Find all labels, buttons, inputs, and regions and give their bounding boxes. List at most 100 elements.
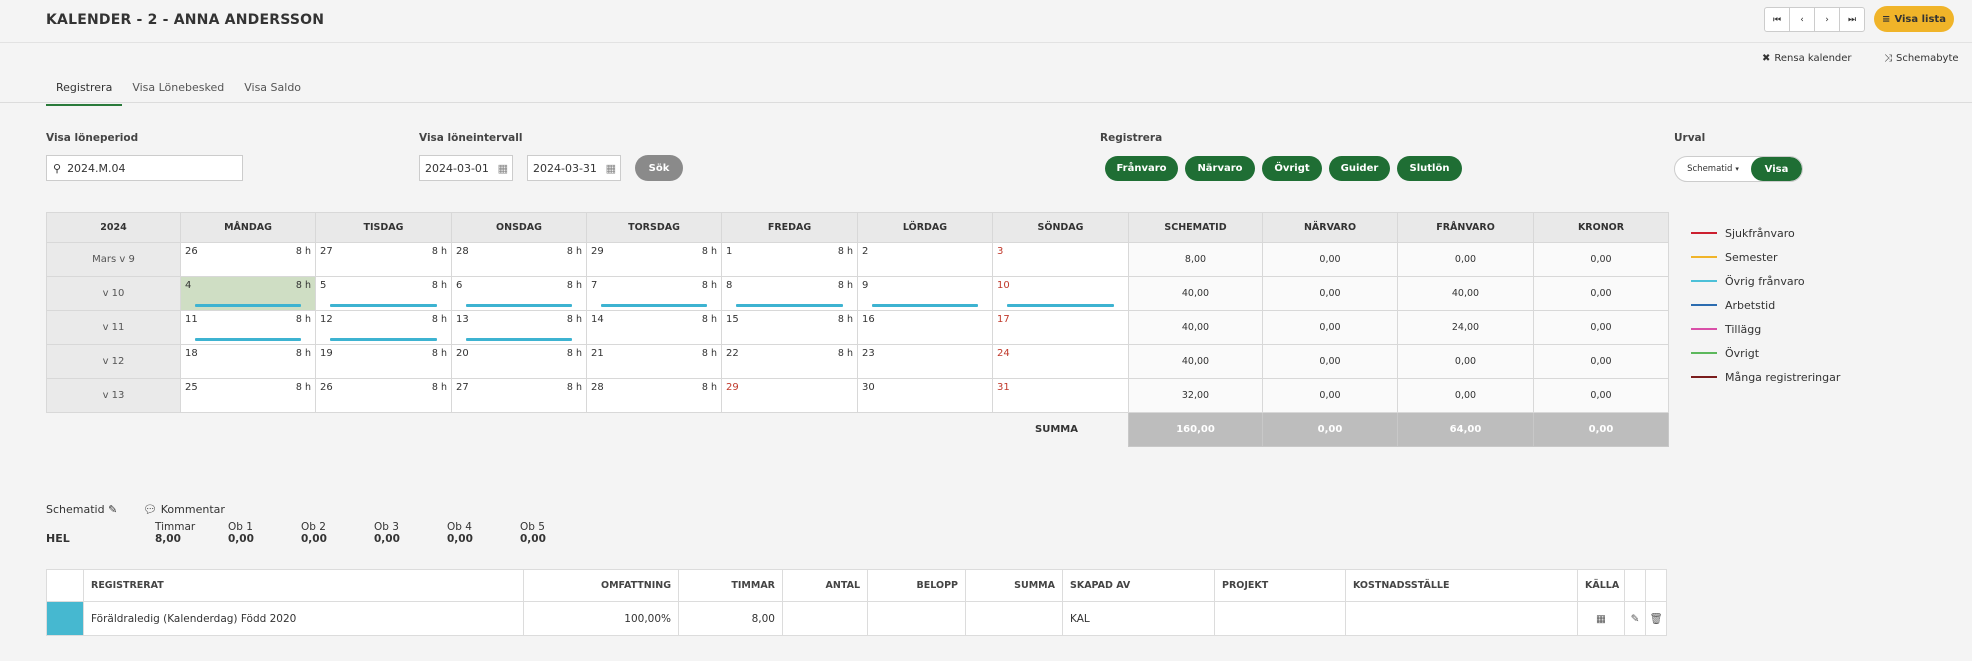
edit-icon[interactable]: ✎ (1624, 601, 1646, 636)
calendar-week-row: v 10 4 8 h58 h68 h78 h88 h 9 10 40,00 0,00 40,0… (46, 276, 1669, 311)
prev-page-icon[interactable]: ‹ (1789, 7, 1815, 32)
schedule-col-value: 8,00 (155, 533, 181, 545)
schemabyte-link[interactable]: ⤨ Schemabyte (1884, 53, 1959, 64)
calendar-day-cell[interactable]: 15 8 h (721, 310, 858, 345)
table-row[interactable]: Föräldraledig (Kalenderdag) Född 2020 10… (46, 601, 1667, 636)
calendar-day-cell[interactable]: 8 8 h (721, 276, 858, 311)
col-kostnadsstalle[interactable]: KOSTNADSSTÄLLE (1345, 569, 1578, 602)
legend-item: Sjukfrånvaro (1691, 221, 1840, 245)
franvaro-button[interactable]: Frånvaro (1105, 156, 1178, 181)
rensa-kalender-link[interactable]: ✖ Rensa kalender (1762, 53, 1852, 64)
col-timmar[interactable]: TIMMAR (678, 569, 783, 602)
kommentar-link[interactable]: 💬︎ Kommentar (143, 503, 225, 516)
calendar-day-cell[interactable]: 29 (721, 378, 858, 413)
day-number: 9 (862, 280, 869, 291)
schedule-col: Ob 1 0,00 (228, 521, 301, 545)
trash-icon[interactable]: 🗑︎ (1645, 601, 1667, 636)
legend-swatch (1691, 328, 1717, 330)
calendar-day-cell[interactable]: 21 8 h (586, 344, 722, 379)
narvaro-button[interactable]: Närvaro (1185, 156, 1255, 181)
calendar-day-cell[interactable]: 2 (857, 242, 993, 277)
calendar-day-cell[interactable]: 28 8 h (451, 242, 587, 277)
calendar-day-cell[interactable]: 4 8 h (180, 276, 316, 311)
col-summa[interactable]: SUMMA (965, 569, 1063, 602)
calendar-day-cell[interactable]: 24 (992, 344, 1129, 379)
week-label: v 12 (46, 344, 181, 379)
day-number: 29 (591, 246, 604, 257)
urval-select[interactable]: Schematid ▾ (1675, 157, 1751, 181)
calendar-day-cell[interactable]: 9 (857, 276, 993, 311)
last-page-icon[interactable]: ⏭ (1839, 7, 1865, 32)
calendar-day-cell[interactable]: 13 8 h (451, 310, 587, 345)
to-date-input[interactable]: 2024-03-31 ▦ (527, 155, 621, 181)
week-sum-cell: 0,00 (1262, 276, 1398, 311)
calendar-day-cell[interactable]: 27 8 h (451, 378, 587, 413)
col-projekt[interactable]: PROJEKT (1214, 569, 1346, 602)
col-registrerat[interactable]: REGISTRERAT (83, 569, 524, 602)
calendar-day-cell[interactable]: 10 (992, 276, 1129, 311)
schedule-col: Timmar 8,00 (155, 521, 228, 545)
calendar-day-cell[interactable]: 19 8 h (315, 344, 452, 379)
calendar-day-cell[interactable]: 6 8 h (451, 276, 587, 311)
calendar-day-cell[interactable]: 12 8 h (315, 310, 452, 345)
calendar-day-cell[interactable]: 3 (992, 242, 1129, 277)
ovrigt-button[interactable]: Övrigt (1262, 156, 1322, 181)
day-number: 17 (997, 314, 1010, 325)
calendar-day-cell[interactable]: 16 (857, 310, 993, 345)
calendar-day-cell[interactable]: 25 8 h (180, 378, 316, 413)
day-hours: 8 h (295, 280, 311, 291)
visa-button[interactable]: Visa (1751, 157, 1802, 181)
day-number: 18 (185, 348, 198, 359)
calendar-day-cell[interactable]: 11 8 h (180, 310, 316, 345)
col-omfattning[interactable]: OMFATTNING (523, 569, 679, 602)
visa-lista-button[interactable]: ≡ Visa lista (1874, 6, 1954, 32)
week-sum-cell: 0,00 (1262, 344, 1398, 379)
schematid-link[interactable]: Schematid ✎ (46, 503, 117, 516)
calendar-day-cell[interactable]: 30 (857, 378, 993, 413)
schedule-col-value: 0,00 (374, 533, 400, 545)
calendar-day-cell[interactable]: 7 8 h (586, 276, 722, 311)
calendar-day-cell[interactable]: 28 8 h (586, 378, 722, 413)
day-hours: 8 h (295, 246, 311, 257)
calendar-day-cell[interactable]: 31 (992, 378, 1129, 413)
calendar-day-cell[interactable]: 17 (992, 310, 1129, 345)
calendar-day-cell[interactable]: 29 8 h (586, 242, 722, 277)
calendar-day-cell[interactable]: 22 8 h (721, 344, 858, 379)
col-kalla[interactable]: KÄLLA (1577, 569, 1625, 602)
calendar-day-cell[interactable]: 26 8 h (180, 242, 316, 277)
calendar-day-cell[interactable]: 27 8 h (315, 242, 452, 277)
day-hours: 8 h (566, 246, 582, 257)
legend-item: Övrig frånvaro (1691, 269, 1840, 293)
day-number: 25 (185, 382, 198, 393)
col-skapad-av[interactable]: SKAPAD AV (1062, 569, 1215, 602)
slutlon-button[interactable]: Slutlön (1397, 156, 1462, 181)
calendar-day-cell[interactable]: 1 8 h (721, 242, 858, 277)
day-number: 26 (320, 382, 333, 393)
cell-registrerat: Föräldraledig (Kalenderdag) Född 2020 (83, 601, 524, 636)
day-hours: 8 h (837, 314, 853, 325)
from-date-input[interactable]: 2024-03-01 ▦ (419, 155, 513, 181)
schedule-columns: Timmar 8,00 Ob 1 0,00 Ob 2 0,00 Ob 3 0,00 Ob 4 0,… (155, 521, 593, 545)
legend-item: Semester (1691, 245, 1840, 269)
day-number: 2 (862, 246, 869, 257)
sok-button[interactable]: Sök (635, 155, 683, 181)
absence-bar (330, 304, 437, 307)
first-page-icon[interactable]: ⏮ (1764, 7, 1790, 32)
guider-button[interactable]: Guider (1329, 156, 1390, 181)
calendar-day-cell[interactable]: 26 8 h (315, 378, 452, 413)
edit-icon: ✎ (108, 503, 118, 516)
calendar-header-11: KRONOR (1533, 212, 1669, 243)
day-number: 30 (862, 382, 875, 393)
col-antal[interactable]: ANTAL (782, 569, 868, 602)
calendar-icon: ▦ (605, 161, 616, 175)
next-page-icon[interactable]: › (1814, 7, 1840, 32)
calendar-day-cell[interactable]: 5 8 h (315, 276, 452, 311)
col-belopp[interactable]: BELOPP (867, 569, 966, 602)
calendar-icon[interactable]: ▦ (1577, 601, 1625, 636)
calendar-day-cell[interactable]: 20 8 h (451, 344, 587, 379)
loneperiod-input[interactable]: ⚲ 2024.M.04 (46, 155, 243, 181)
absence-bar (1007, 304, 1114, 307)
calendar-day-cell[interactable]: 23 (857, 344, 993, 379)
calendar-day-cell[interactable]: 18 8 h (180, 344, 316, 379)
calendar-day-cell[interactable]: 14 8 h (586, 310, 722, 345)
